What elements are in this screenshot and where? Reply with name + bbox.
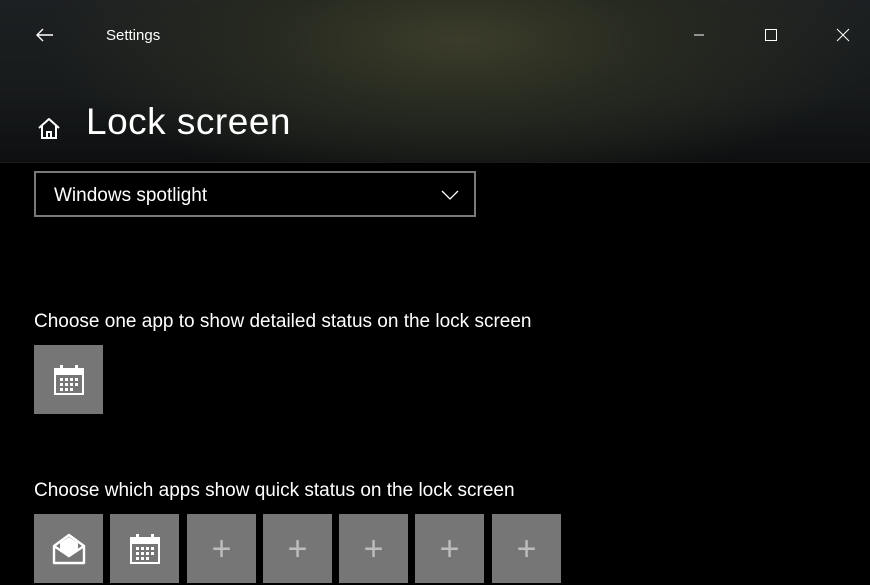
home-icon: [38, 118, 60, 139]
title-bar: Settings: [0, 0, 870, 70]
quick-status-label: Choose which apps show quick status on t…: [34, 480, 515, 501]
close-icon: [836, 28, 850, 42]
dropdown-selected-value: Windows spotlight: [54, 185, 208, 206]
quick-status-app-calendar[interactable]: [110, 514, 179, 583]
app-title: Settings: [106, 27, 161, 44]
maximize-button[interactable]: [748, 18, 794, 52]
calendar-icon: [53, 364, 84, 395]
plus-icon: +: [363, 529, 384, 568]
calendar-icon: [129, 533, 160, 564]
close-button[interactable]: [820, 18, 866, 52]
quick-status-add-slot-4[interactable]: +: [415, 514, 484, 583]
plus-icon: +: [516, 529, 537, 568]
minimize-button[interactable]: [676, 18, 722, 52]
maximize-icon: [765, 29, 777, 41]
header: Settings Lock screen: [0, 0, 870, 163]
minimize-icon: [694, 34, 704, 36]
quick-status-add-slot-1[interactable]: +: [187, 514, 256, 583]
detailed-status-app-button[interactable]: [34, 345, 103, 414]
chevron-down-icon: [441, 190, 459, 200]
background-dropdown[interactable]: Windows spotlight: [34, 171, 476, 217]
quick-status-add-slot-2[interactable]: +: [263, 514, 332, 583]
plus-icon: +: [287, 529, 308, 568]
plus-icon: +: [211, 529, 232, 568]
detailed-status-label: Choose one app to show detailed status o…: [34, 311, 532, 332]
page-title: Lock screen: [86, 101, 291, 142]
quick-status-app-mail[interactable]: [34, 514, 103, 583]
back-button[interactable]: [28, 18, 62, 52]
mail-icon: [52, 533, 85, 564]
quick-status-add-slot-3[interactable]: +: [339, 514, 408, 583]
back-arrow-icon: [36, 28, 53, 42]
plus-icon: +: [439, 529, 460, 568]
quick-status-add-slot-5[interactable]: +: [492, 514, 561, 583]
